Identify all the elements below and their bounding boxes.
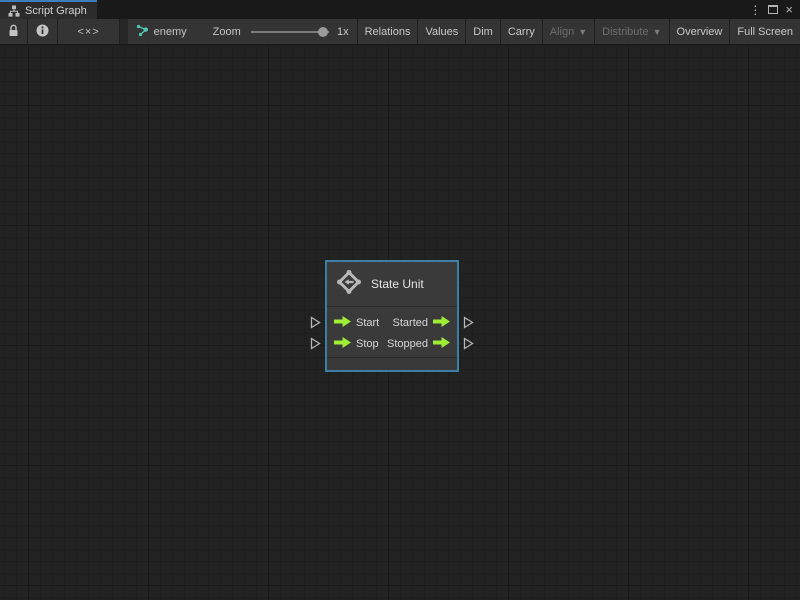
align-dropdown-button[interactable]: Align ▼ [542,19,596,44]
zoom-slider-handle[interactable] [317,26,328,37]
kebab-menu-icon[interactable]: ⋮ [749,4,761,16]
dim-button[interactable]: Dim [466,19,501,44]
node-footer [327,357,457,370]
output-connection-triangle-icon[interactable] [463,316,474,329]
lock-button[interactable] [0,19,28,44]
tab-script-graph[interactable]: Script Graph [0,0,97,19]
graph-icon [136,24,149,40]
relations-button[interactable]: Relations [357,19,419,44]
carry-button[interactable]: Carry [500,19,543,44]
info-button[interactable] [28,19,58,44]
toolbar: <×> enemy Zoom 1x Relations Values Dim C… [0,19,800,45]
node-ports: Start Started Stop Stopped [310,307,474,354]
angle-brackets-x-icon: <×> [77,25,100,38]
close-icon[interactable]: × [785,3,793,16]
graph-name[interactable]: enemy [154,26,187,38]
toolbar-gap [120,19,128,44]
flow-arrow-icon [433,335,450,353]
input-port-start[interactable]: Start [334,314,379,332]
graph-breadcrumb-segment: enemy Zoom 1x [127,19,358,44]
code-view-button[interactable]: <×> [58,19,121,44]
zoom-value: 1x [336,25,349,38]
flow-arrow-icon [334,335,351,353]
script-graph-window: Script Graph ⋮ × <×> enemy Zoom 1x Relat… [0,0,800,600]
values-button[interactable]: Values [418,19,467,44]
info-icon [36,24,49,40]
output-connection-triangle-icon[interactable] [463,337,474,350]
node-title: State Unit [371,277,424,291]
lock-icon [8,24,19,40]
flow-arrow-icon [334,314,351,332]
output-port-started[interactable]: Started [393,314,450,332]
toolbar-buttons: Relations Values Dim Carry Align ▼ Distr… [357,19,800,44]
full-screen-button[interactable]: Full Screen [730,19,800,44]
overview-button[interactable]: Overview [669,19,731,44]
state-unit-icon [336,269,362,300]
zoom-label: Zoom [212,25,241,38]
flow-arrow-icon [433,314,450,332]
port-row: Stop Stopped [310,333,474,354]
tab-title: Script Graph [25,4,87,17]
output-port-stopped[interactable]: Stopped [387,335,450,353]
maximize-icon[interactable] [768,5,779,14]
zoom-slider[interactable] [250,26,329,38]
input-connection-triangle-icon[interactable] [310,316,321,329]
node-header[interactable]: State Unit [327,262,457,307]
window-controls: ⋮ × [749,0,800,19]
graph-canvas[interactable]: State Unit Start Started Stop Stopped [0,45,800,600]
port-row: Start Started [310,312,474,333]
dropdown-arrow-icon: ▼ [578,26,588,37]
tab-bar: Script Graph ⋮ × [0,0,800,19]
input-connection-triangle-icon[interactable] [310,337,321,350]
distribute-dropdown-button[interactable]: Distribute ▼ [595,19,670,44]
state-unit-node[interactable]: State Unit Start Started Stop Stopped [310,260,474,372]
dropdown-arrow-icon: ▼ [652,26,662,37]
input-port-stop[interactable]: Stop [334,335,379,353]
graph-hierarchy-icon [8,5,20,17]
